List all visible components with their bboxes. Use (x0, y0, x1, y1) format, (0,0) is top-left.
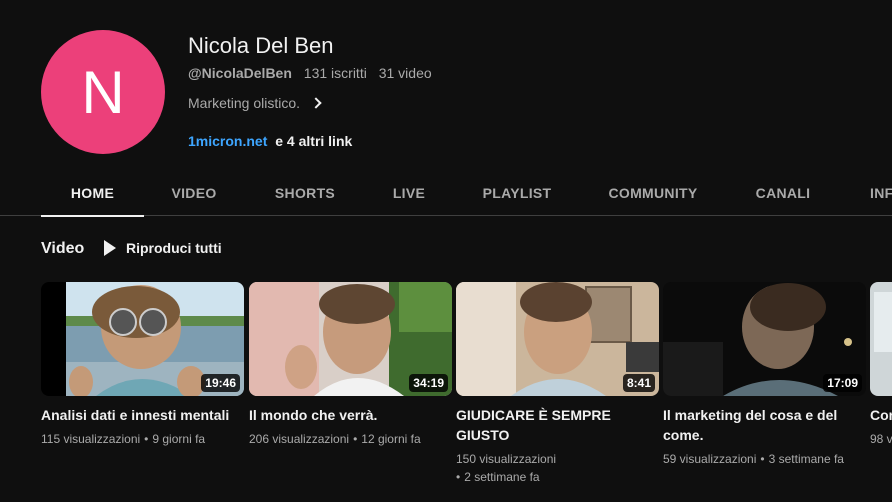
tab-live[interactable]: LIVE (378, 170, 440, 216)
video-meta: 98 v (870, 430, 892, 448)
play-icon (104, 240, 116, 256)
video-meta: 206 visualizzazioni • 12 giorni fa (249, 432, 421, 446)
video-views: 59 visualizzazioni (663, 452, 757, 466)
more-links[interactable]: e 4 altri link (275, 133, 352, 149)
video-age: 2 settimane fa (464, 470, 540, 484)
video-title[interactable]: Con (870, 405, 892, 425)
video-views: 98 v (870, 432, 892, 446)
video-thumbnail[interactable]: 34:19 (249, 282, 452, 396)
video-meta: 115 visualizzazioni • 9 giorni fa (41, 432, 206, 446)
video-card[interactable]: 19:46 Analisi dati e innesti mentali 115… (41, 282, 244, 448)
video-views: 115 visualizzazioni (41, 432, 141, 446)
channel-tabs: HOME VIDEO SHORTS LIVE PLAYLIST COMMUNIT… (0, 170, 892, 217)
channel-handle: @NicolaDelBen (188, 65, 292, 81)
tab-home[interactable]: HOME (41, 170, 144, 217)
video-title[interactable]: Analisi dati e innesti mentali (41, 405, 244, 425)
video-card[interactable]: 17:09 Il marketing del cosa e del come. … (663, 282, 866, 468)
video-meta: 59 visualizzazioni • 3 settimane fa (663, 452, 844, 466)
tab-community[interactable]: COMMUNITY (594, 170, 712, 216)
channel-description[interactable]: Marketing olistico. (188, 95, 322, 111)
thumbnail-image (870, 282, 892, 396)
play-all-button[interactable]: Riproduci tutti (104, 240, 222, 256)
channel-name: Nicola Del Ben (188, 33, 334, 58)
play-all-label: Riproduci tutti (126, 240, 222, 256)
video-views: 206 visualizzazioni (249, 432, 350, 446)
tab-info[interactable]: INF (856, 170, 892, 216)
channel-meta: @NicolaDelBen 131 iscritti 31 video (188, 65, 432, 81)
video-duration: 19:46 (201, 374, 240, 392)
video-title[interactable]: Il mondo che verrà. (249, 405, 452, 425)
video-duration: 8:41 (622, 374, 655, 392)
channel-link[interactable]: 1micron.net (188, 133, 267, 149)
chevron-right-icon[interactable] (310, 97, 322, 109)
video-views: 150 visualizzazioni (456, 452, 557, 466)
video-thumbnail[interactable]: 19:46 (41, 282, 244, 396)
video-thumbnail[interactable]: 17:09 (663, 282, 866, 396)
video-count: 31 video (378, 65, 432, 81)
video-thumbnail[interactable] (870, 282, 892, 396)
tab-canali[interactable]: CANALI (740, 170, 826, 216)
video-duration: 17:09 (823, 374, 862, 392)
video-title[interactable]: Il marketing del cosa e del come. (663, 405, 866, 445)
video-card[interactable]: 8:41 GIUDICARE È SEMPRE GIUSTO 150 visua… (456, 282, 659, 486)
video-meta: 150 visualizzazioni • 2 settimane fa (456, 452, 557, 484)
avatar-letter: N (81, 58, 125, 126)
video-thumbnail[interactable]: 8:41 (456, 282, 659, 396)
video-age: 12 giorni fa (361, 432, 421, 446)
video-card[interactable]: Con 98 v (870, 282, 892, 448)
video-title[interactable]: GIUDICARE È SEMPRE GIUSTO (456, 405, 659, 445)
tab-shorts[interactable]: SHORTS (258, 170, 352, 216)
video-duration: 34:19 (409, 374, 448, 392)
tab-video[interactable]: VIDEO (150, 170, 238, 216)
channel-avatar[interactable]: N (41, 30, 165, 154)
video-card[interactable]: 34:19 Il mondo che verrà. 206 visualizza… (249, 282, 452, 448)
tab-playlist[interactable]: PLAYLIST (468, 170, 566, 216)
video-age: 9 giorni fa (152, 432, 206, 446)
subscriber-count: 131 iscritti (303, 65, 367, 81)
video-age: 3 settimane fa (768, 452, 844, 466)
channel-links: 1micron.net e 4 altri link (188, 133, 352, 149)
section-title: Video (41, 240, 85, 257)
description-text: Marketing olistico. (188, 95, 301, 111)
channel-page: N Nicola Del Ben @NicolaDelBen 131 iscri… (0, 0, 892, 502)
